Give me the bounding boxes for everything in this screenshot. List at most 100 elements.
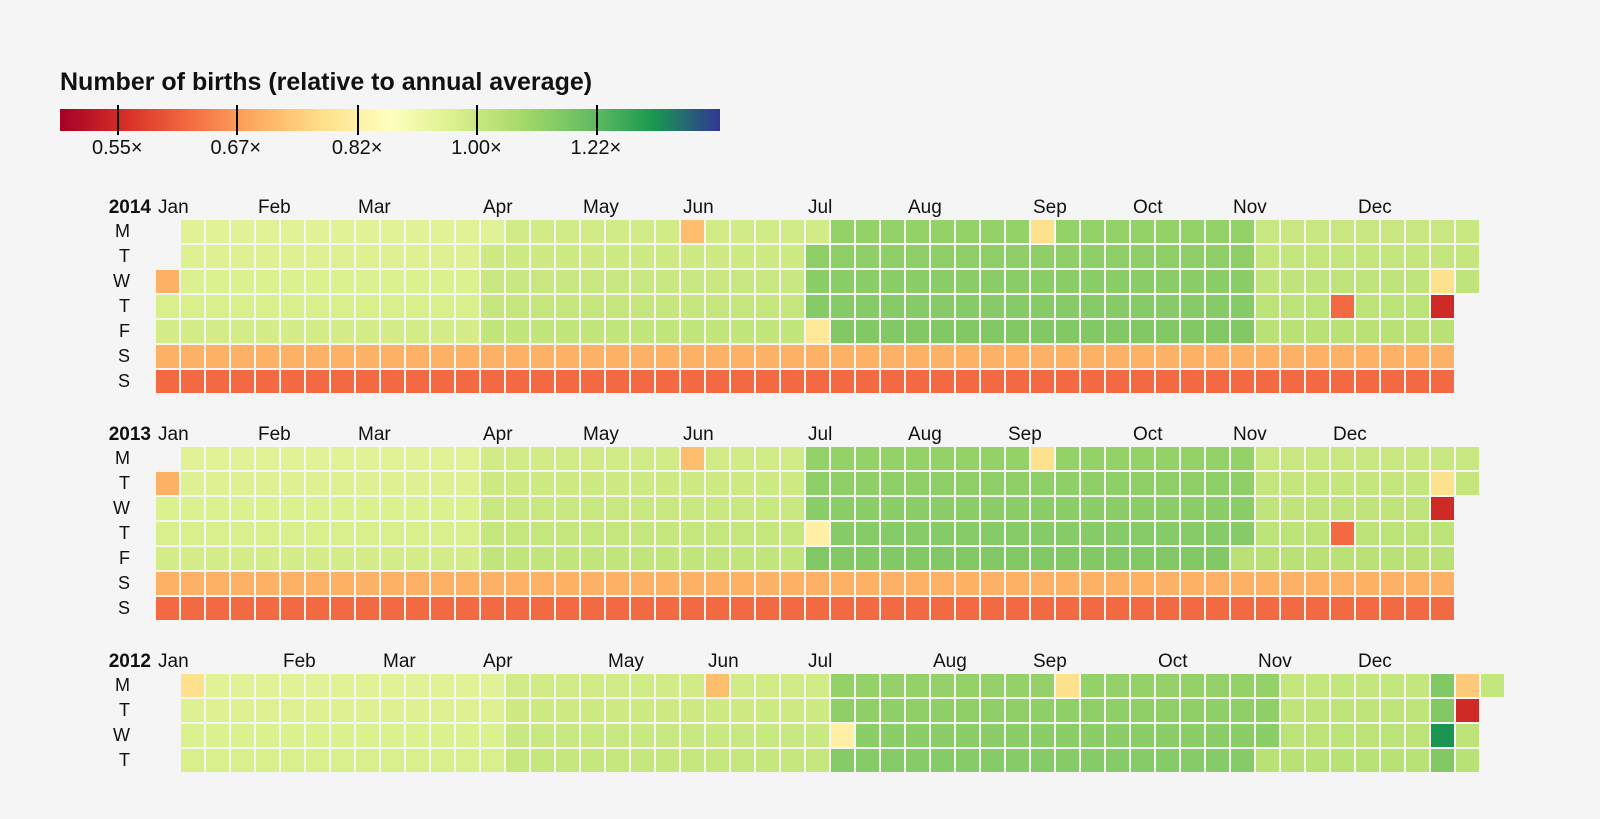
heatmap-cell	[1206, 220, 1229, 243]
heatmap-cell	[1406, 447, 1429, 470]
heatmap-cell	[931, 220, 954, 243]
heatmap-cell	[1006, 245, 1029, 268]
heatmap-cell	[506, 472, 529, 495]
heatmap-row-cells	[156, 521, 1540, 546]
heatmap-cell	[831, 220, 854, 243]
month-label: Feb	[258, 197, 291, 219]
heatmap-cell	[356, 370, 379, 393]
heatmap-cell	[606, 547, 629, 570]
heatmap-cell	[1431, 270, 1454, 293]
heatmap-row: F	[60, 546, 1540, 571]
heatmap-cell	[1156, 724, 1179, 747]
heatmap-cell	[881, 472, 904, 495]
heatmap-cell	[856, 522, 879, 545]
heatmap-cell	[731, 522, 754, 545]
heatmap-cell	[781, 597, 804, 620]
heatmap-cell	[1156, 472, 1179, 495]
heatmap-cell	[431, 370, 454, 393]
month-label: May	[583, 424, 619, 446]
heatmap-cell	[431, 749, 454, 772]
heatmap-cell	[506, 270, 529, 293]
heatmap-cell	[1231, 547, 1254, 570]
heatmap-cell	[1231, 572, 1254, 595]
heatmap-cell	[1231, 597, 1254, 620]
heatmap-cell	[581, 472, 604, 495]
heatmap-row: T	[60, 748, 1540, 773]
heatmap-row: M	[60, 446, 1540, 471]
month-label: Feb	[283, 651, 316, 673]
heatmap-cell	[1331, 572, 1354, 595]
heatmap-cell	[806, 345, 829, 368]
heatmap-cell	[1206, 320, 1229, 343]
heatmap-cell	[1306, 295, 1329, 318]
heatmap-cell	[331, 345, 354, 368]
heatmap-cell	[1381, 472, 1404, 495]
heatmap-cell	[1031, 674, 1054, 697]
heatmap-cell	[206, 370, 229, 393]
heatmap-cell	[856, 270, 879, 293]
heatmap-cell	[1031, 370, 1054, 393]
heatmap-cell	[831, 270, 854, 293]
heatmap-cell	[1131, 345, 1154, 368]
heatmap-cell	[456, 497, 479, 520]
heatmap-cell	[181, 572, 204, 595]
heatmap-cell	[1431, 699, 1454, 722]
heatmap-cell	[306, 295, 329, 318]
heatmap-cell	[631, 674, 654, 697]
heatmap-cell	[1231, 447, 1254, 470]
heatmap-cell	[856, 295, 879, 318]
month-label: Jun	[683, 424, 714, 446]
heatmap-cell	[1131, 497, 1154, 520]
heatmap-cell	[706, 674, 729, 697]
heatmap-cell	[1231, 699, 1254, 722]
heatmap-cell	[1081, 245, 1104, 268]
heatmap-cell	[231, 245, 254, 268]
heatmap-cell	[1256, 472, 1279, 495]
heatmap-cell	[456, 220, 479, 243]
heatmap-cell	[1006, 749, 1029, 772]
heatmap-cell	[1056, 749, 1079, 772]
legend-tick-label: 0.67×	[211, 137, 262, 160]
heatmap-cell	[1456, 245, 1479, 268]
heatmap-cell	[956, 320, 979, 343]
heatmap-cell	[1256, 699, 1279, 722]
heatmap-cell	[681, 724, 704, 747]
heatmap-cell	[856, 724, 879, 747]
heatmap-cell	[506, 597, 529, 620]
heatmap-cell	[331, 547, 354, 570]
heatmap-cell	[906, 674, 929, 697]
heatmap-cell	[1406, 270, 1429, 293]
heatmap-cell	[881, 547, 904, 570]
heatmap-cell	[1281, 320, 1304, 343]
heatmap-cell	[1206, 597, 1229, 620]
heatmap-cell	[681, 699, 704, 722]
month-label: Feb	[258, 424, 291, 446]
heatmap-cell	[1131, 724, 1154, 747]
heatmap-cell	[1131, 547, 1154, 570]
heatmap-cell	[1281, 345, 1304, 368]
heatmap-row: T	[60, 244, 1540, 269]
heatmap-cell	[206, 447, 229, 470]
heatmap-cell	[381, 245, 404, 268]
heatmap-cell	[506, 245, 529, 268]
month-label: Jul	[808, 651, 832, 673]
heatmap-cell	[1106, 572, 1129, 595]
heatmap-cell	[756, 320, 779, 343]
heatmap-cell	[756, 597, 779, 620]
heatmap-cell	[406, 270, 429, 293]
heatmap-cell	[1031, 447, 1054, 470]
heatmap-cell	[381, 547, 404, 570]
heatmap-cell	[1131, 295, 1154, 318]
legend-tick	[476, 105, 478, 135]
color-legend: 0.55×0.67×0.82×1.00×1.22×	[60, 109, 720, 167]
heatmap-cell	[1056, 270, 1079, 293]
heatmap-cell	[256, 245, 279, 268]
heatmap-cell	[481, 220, 504, 243]
heatmap-cell	[156, 320, 179, 343]
heatmap-cell	[281, 522, 304, 545]
heatmap-cell	[206, 345, 229, 368]
heatmap-cell	[1006, 674, 1029, 697]
heatmap-cell	[456, 295, 479, 318]
weekday-label: W	[60, 725, 156, 746]
heatmap-cell	[406, 749, 429, 772]
